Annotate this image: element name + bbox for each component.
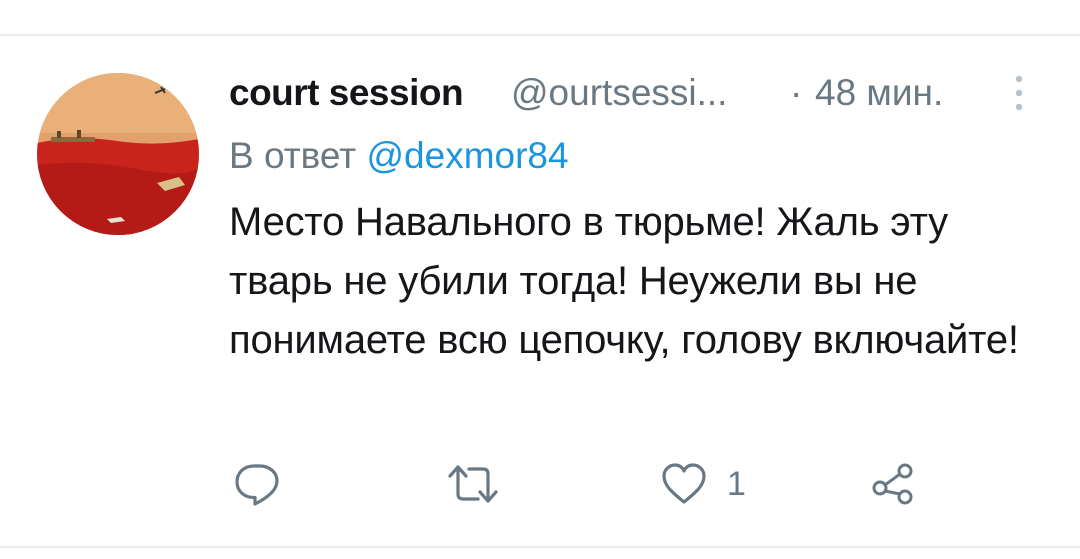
bottom-divider [0, 546, 1080, 548]
avatar[interactable] [37, 73, 199, 235]
tweet-text: Место Навального в тюрьме! Жаль эту твар… [229, 200, 1019, 362]
top-divider [0, 34, 1080, 36]
reply-mention-link[interactable]: @dexmor84 [367, 135, 569, 176]
tweet-timestamp[interactable]: 48 мин. [815, 70, 943, 116]
reply-icon [235, 464, 279, 506]
reply-prefix: В ответ [229, 135, 357, 176]
reply-context: В ответ @dexmor84 [229, 133, 569, 179]
author-handle[interactable]: @ourtsessi... [511, 70, 727, 116]
share-icon [872, 463, 913, 505]
retweet-button[interactable] [447, 462, 499, 506]
heart-icon [662, 463, 706, 504]
separator-dot: · [790, 72, 803, 113]
more-options-icon[interactable] [1007, 73, 1031, 113]
like-button[interactable]: 1 [661, 462, 746, 506]
retweet-icon [448, 465, 498, 503]
author-name[interactable]: court session [229, 70, 464, 116]
like-count: 1 [727, 465, 746, 503]
share-button[interactable] [871, 462, 915, 506]
avatar-image [37, 73, 199, 235]
reply-button[interactable] [234, 462, 280, 506]
